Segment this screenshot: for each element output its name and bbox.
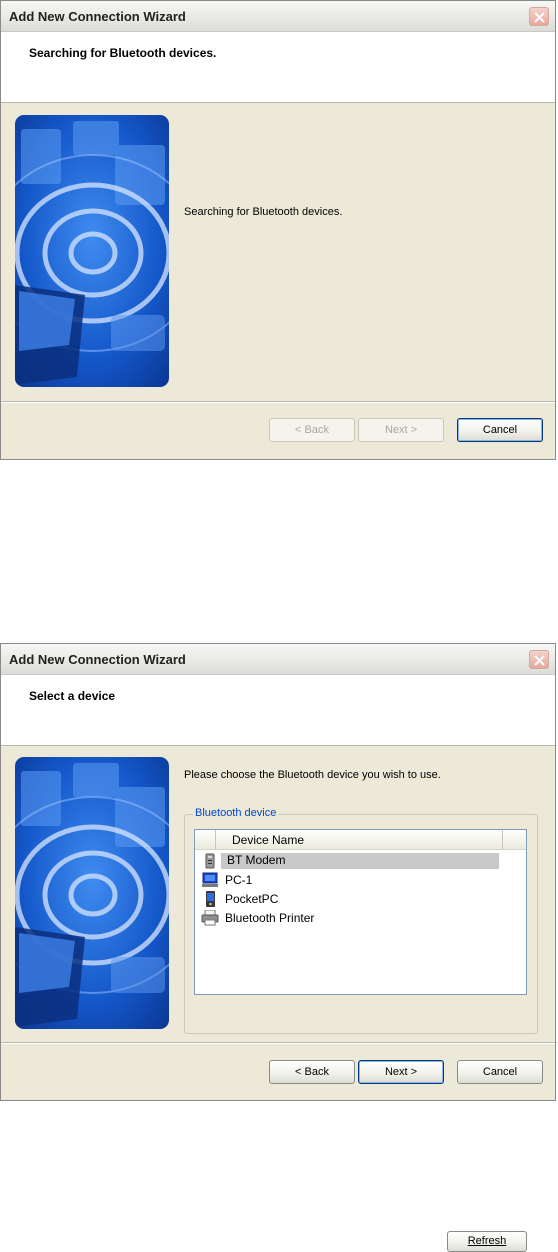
modem-icon (205, 853, 215, 869)
list-header: Device Name (195, 830, 526, 850)
footer-divider (1, 401, 555, 403)
page-title: Searching for Bluetooth devices. (29, 46, 217, 60)
window-title: Add New Connection Wizard (9, 9, 186, 24)
title-bar[interactable]: Add New Connection Wizard (1, 644, 555, 675)
close-icon (534, 12, 545, 23)
back-button[interactable]: < Back (269, 1060, 355, 1084)
list-item[interactable]: BT Modem (201, 852, 501, 870)
computer-icon (202, 872, 218, 887)
footer-divider (1, 1042, 555, 1044)
device-name: PocketPC (225, 892, 279, 906)
cancel-button[interactable]: Cancel (457, 418, 543, 442)
status-message: Searching for Bluetooth devices. (184, 206, 343, 218)
wizard-header: Select a device (1, 675, 555, 746)
next-button[interactable]: Next > (358, 1060, 444, 1084)
printer-icon (201, 910, 219, 926)
list-item[interactable]: PC-1 (201, 871, 501, 889)
close-button[interactable] (529, 650, 549, 669)
back-button[interactable]: < Back (269, 418, 355, 442)
wizard-header: Searching for Bluetooth devices. (1, 32, 555, 103)
wizard-window-searching: Add New Connection Wizard Searching for … (0, 0, 556, 460)
column-header-device-name[interactable]: Device Name (215, 830, 503, 849)
refresh-button[interactable]: Refresh (447, 1231, 527, 1252)
page-title: Select a device (29, 689, 116, 703)
title-bar[interactable]: Add New Connection Wizard (1, 1, 555, 32)
cancel-button[interactable]: Cancel (457, 1060, 543, 1084)
device-name: PC-1 (225, 873, 253, 887)
group-label: Bluetooth device (193, 807, 279, 819)
prompt-text: Please choose the Bluetooth device you w… (184, 769, 441, 781)
wizard-window-select-device: Add New Connection Wizard Select a devic… (0, 643, 556, 1252)
device-name: Bluetooth Printer (225, 911, 315, 925)
close-button[interactable] (529, 7, 549, 26)
bluetooth-device-group: Bluetooth device Device Name BT Modem PC… (184, 807, 538, 1252)
wizard-artwork (15, 115, 169, 387)
list-item[interactable]: PocketPC (201, 890, 501, 908)
window-title: Add New Connection Wizard (9, 652, 186, 667)
pda-icon (206, 891, 215, 907)
wizard-artwork (15, 757, 169, 1029)
device-name: BT Modem (221, 853, 499, 869)
close-icon (534, 655, 545, 666)
list-item[interactable]: Bluetooth Printer (201, 909, 501, 927)
next-button[interactable]: Next > (358, 418, 444, 442)
device-list[interactable]: Device Name BT Modem PC-1 PocketPC Bluet… (194, 829, 527, 995)
